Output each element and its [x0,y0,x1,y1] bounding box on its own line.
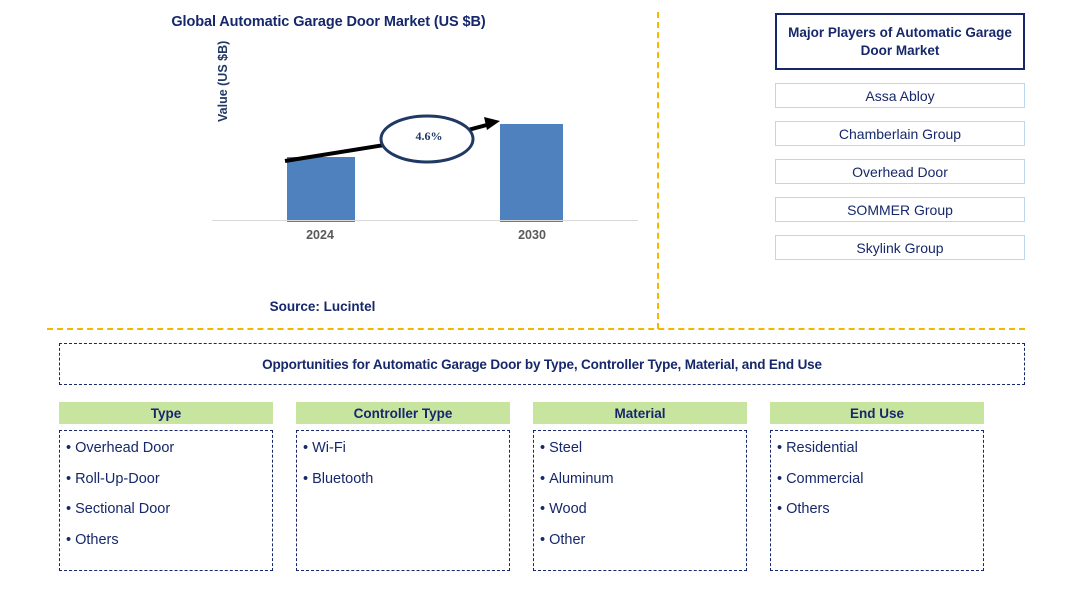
column-body-type: • Overhead Door • Roll-Up-Door • Sectional … [59,430,273,571]
list-item-label: Sectional Door [75,501,171,517]
list-item-label: Roll-Up-Door [75,470,160,487]
player-label: Overhead Door [852,163,948,180]
player-label: Chamberlain Group [838,125,962,142]
list-item: • Wi-Fi [303,441,509,456]
player-item-sommer-group[interactable]: SOMMER Group [775,197,1025,222]
opportunities-columns: Type • Overhead Door • Roll-Up-Door • Secti… [59,402,1025,571]
column-body-material: • Steel • Aluminum • Wood • Other [533,430,747,571]
bullet-icon: • [66,501,72,517]
horizontal-divider [47,328,1025,330]
player-label: Assa Abloy [865,87,935,104]
bullet-icon: • [540,501,546,517]
player-item-assa-abloy[interactable]: Assa Abloy [775,83,1025,108]
bullet-icon: • [303,470,309,487]
chart-source-label: Source: Lucintel [269,299,376,314]
player-item-overhead-door[interactable]: Overhead Door [775,159,1025,184]
list-item-label: Wi-Fi [312,440,346,456]
list-item-label: Aluminum [549,470,614,487]
list-item: • Aluminum [540,470,746,487]
bullet-icon: • [777,470,783,487]
list-item-label: Other [549,531,586,548]
list-item-label: Overhead Door [75,440,175,456]
list-item: • Roll-Up-Door [66,470,272,487]
column-controller-type: Controller Type • Wi-Fi • Bluetooth [296,402,510,571]
bullet-icon: • [540,531,546,548]
list-item: • Others [777,502,983,517]
opportunities-title: Opportunities for Automatic Garage Door … [262,356,822,372]
bullet-icon: • [777,440,783,456]
column-material: Material • Steel • Aluminum • Wood • Other [533,402,747,571]
list-item-label: Others [786,501,830,517]
chart-title: Global Automatic Garage Door Market (US … [171,14,486,30]
list-item-label: Residential [786,440,858,456]
x-tick-label-2030: 2030 [518,228,546,242]
bullet-icon: • [777,501,783,517]
cagr-value-label: 4.6% [415,129,443,143]
column-end-use: End Use • Residential • Commercial • Others [770,402,984,571]
list-item: • Residential [777,441,983,456]
bullet-icon: • [303,440,309,456]
list-item: • Wood [540,502,746,517]
column-header-type: Type [59,402,273,424]
list-item-label: Wood [549,501,587,517]
column-header-controller-type: Controller Type [296,402,510,424]
column-header-material: Material [533,402,747,424]
list-item-label: Others [75,531,119,548]
bullet-icon: • [540,440,546,456]
bullet-icon: • [66,440,72,456]
list-item-label: Bluetooth [312,470,374,487]
bullet-icon: • [540,470,546,487]
column-header-end-use: End Use [770,402,984,424]
list-item: • Bluetooth [303,470,509,487]
column-type: Type • Overhead Door • Roll-Up-Door • Secti… [59,402,273,571]
player-label: Skylink Group [856,239,944,256]
bullet-icon: • [66,470,72,487]
x-tick-label-2024: 2024 [306,228,334,242]
list-item-label: Steel [549,440,583,456]
vertical-divider [657,12,659,329]
market-chart-panel: Global Automatic Garage Door Market (US … [0,0,657,328]
bullet-icon: • [66,531,72,548]
player-item-skylink-group[interactable]: Skylink Group [775,235,1025,260]
list-item: • Others [66,531,272,548]
list-item: • Overhead Door [66,441,272,456]
list-item: • Commercial [777,470,983,487]
player-label: SOMMER Group [847,201,953,218]
column-body-controller-type: • Wi-Fi • Bluetooth [296,430,510,571]
list-item: • Sectional Door [66,502,272,517]
opportunities-banner: Opportunities for Automatic Garage Door … [59,343,1025,385]
column-body-end-use: • Residential • Commercial • Others [770,430,984,571]
list-item: • Steel [540,441,746,456]
player-item-chamberlain-group[interactable]: Chamberlain Group [775,121,1025,146]
major-players-panel: Major Players of Automatic Garage Door M… [775,13,1025,260]
major-players-header: Major Players of Automatic Garage Door M… [775,13,1025,70]
list-item: • Other [540,531,746,548]
list-item-label: Commercial [786,470,864,487]
